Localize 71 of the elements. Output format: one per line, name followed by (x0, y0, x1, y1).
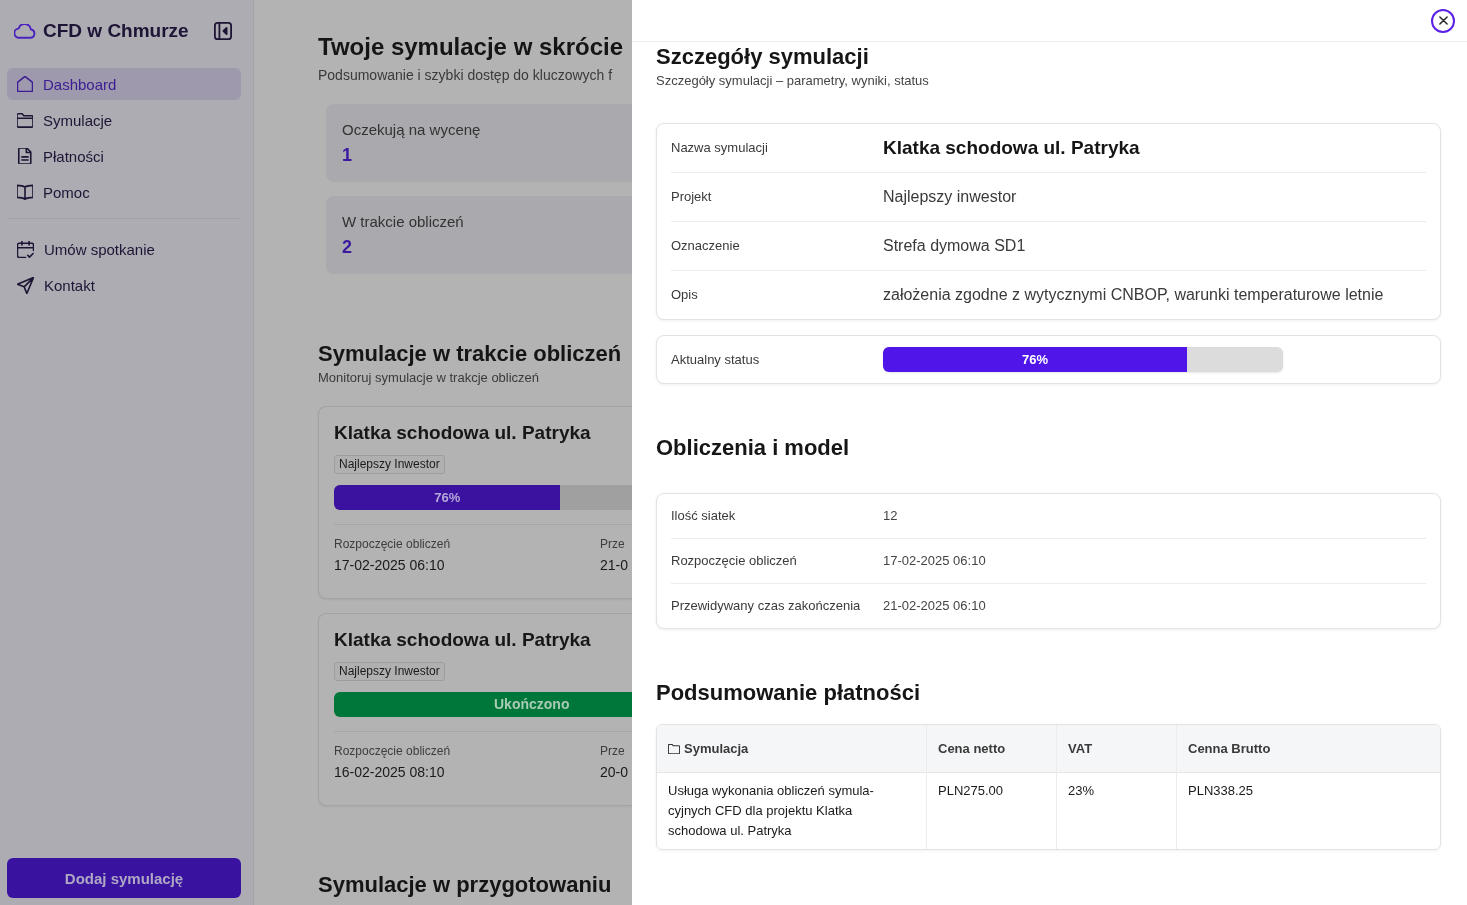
detail-label: Nazwa symulacji (671, 139, 769, 157)
add-simulation-button[interactable]: Dodaj symulację (7, 858, 241, 898)
stat-value: 1 (342, 144, 353, 166)
paper-plane-icon (17, 276, 34, 294)
table-cell: PLN338.25 (1176, 773, 1440, 849)
close-button[interactable] (1431, 8, 1455, 33)
detail-value: 21-02-2025 06:10 (883, 597, 987, 615)
table-cell: PLN275.00 (926, 773, 1056, 849)
detail-value: 17-02-2025 06:10 (883, 552, 987, 570)
detail-label: Oznaczenie (671, 237, 741, 255)
open-book-icon (17, 184, 33, 200)
stat-label: W trakcie obliczeń (342, 212, 465, 232)
progress-label: 76% (1022, 352, 1048, 367)
detail-label: Rozpoczęcie obliczeń (671, 552, 798, 570)
calendar-check-icon (17, 240, 34, 258)
info-label: Rozpoczęcie obliczeń (334, 743, 451, 759)
info-label: Prze (600, 536, 625, 552)
nav-item[interactable]: Pomoc (7, 176, 241, 208)
section-title: Symulacje w przygotowaniu (318, 871, 612, 899)
detail-label: Aktualny status (671, 350, 761, 369)
column-header: VAT (1068, 741, 1093, 756)
detail-label: Opis (671, 286, 699, 304)
nav-item[interactable]: Płatności (7, 140, 241, 172)
simulation-card[interactable]: Klatka schodowa ul. Patryka Najlepszy Inwestor Ukończono Rozpoczęcie obliczeń 16-02-2025 08:10 Prze 20-0 (318, 613, 632, 806)
close-icon (1438, 16, 1448, 25)
nav-item[interactable]: Symulacje (7, 104, 241, 136)
column-header: Cenna Brutto (1188, 741, 1271, 756)
detail-label: Ilość siatek (671, 507, 737, 525)
detail-value: założenia zgodne z wytycznymi CNBOP, warunki temperaturowe letnie (883, 285, 1385, 305)
info-value: 20-0 (600, 763, 629, 782)
nav-item[interactable]: Kontakt (7, 269, 241, 301)
info-label: Prze (600, 743, 625, 759)
detail-value: 12 (883, 507, 899, 525)
project-tag: Najlepszy Inwestor (334, 455, 445, 474)
folder-icon (17, 112, 33, 128)
table-cell: 23% (1056, 773, 1176, 849)
card-title: Klatka schodowa ul. Patryka (334, 421, 591, 445)
section-title: Obliczenia i model (656, 434, 851, 462)
section-title: Podsumowanie płatności (656, 679, 922, 707)
page-subtitle: Podsumowanie i szybki dostęp do kluczowych f (318, 66, 613, 85)
progress-label: 76% (434, 490, 461, 505)
house-icon (17, 76, 33, 92)
project-tag: Najlepszy Inwestor (334, 662, 445, 681)
column-header: Cena netto (938, 741, 1006, 756)
column-header: Symulacja (684, 741, 749, 756)
drawer-title: Szczegóły symulacji (656, 43, 870, 71)
info-value: 21-0 (600, 556, 629, 575)
detail-label: Projekt (671, 188, 713, 206)
info-value: 17-02-2025 06:10 (334, 556, 445, 575)
detail-value: Najlepszy inwestor (883, 187, 1018, 207)
nav-item[interactable]: Umów spotkanie (7, 233, 241, 265)
simulation-card[interactable]: Klatka schodowa ul. Patryka Najlepszy Inwestor 76% Rozpoczęcie obliczeń 17-02-2025 06:10 Prze 21-0 (318, 406, 632, 599)
stat-label: Oczekują na wycenę (342, 120, 482, 140)
completed-status: Ukończono (334, 692, 632, 717)
section-title: Symulacje w trakcie obliczeń (318, 340, 622, 368)
info-value: 16-02-2025 08:10 (334, 763, 445, 782)
section-subtitle: Monitoruj symulacje w trakcje obliczeń (318, 369, 540, 387)
detail-value: Klatka schodowa ul. Patryka (883, 136, 1141, 160)
table-cell-text: Usługa wykonania obliczeń symula-cyjnych CFD dla projektu Klatka schodowa ul. Patryka (667, 782, 875, 840)
folder-icon (668, 743, 680, 754)
info-label: Rozpoczęcie obliczeń (334, 536, 451, 552)
drawer-subtitle: Szczegóły symulacji – parametry, wyniki, status (656, 72, 930, 90)
page-title: Twoje symulacje w skrócie (318, 32, 624, 62)
brand-name: CFD w Chmurze (43, 20, 189, 42)
cloud-icon (14, 23, 36, 39)
detail-label: Przewidywany czas zakończenia (671, 597, 862, 615)
card-title: Klatka schodowa ul. Patryka (334, 628, 591, 652)
nav-item[interactable]: Dashboard (7, 68, 241, 100)
stat-value: 2 (342, 236, 353, 258)
detail-value: Strefa dymowa SD1 (883, 236, 1027, 256)
document-icon (17, 148, 33, 164)
